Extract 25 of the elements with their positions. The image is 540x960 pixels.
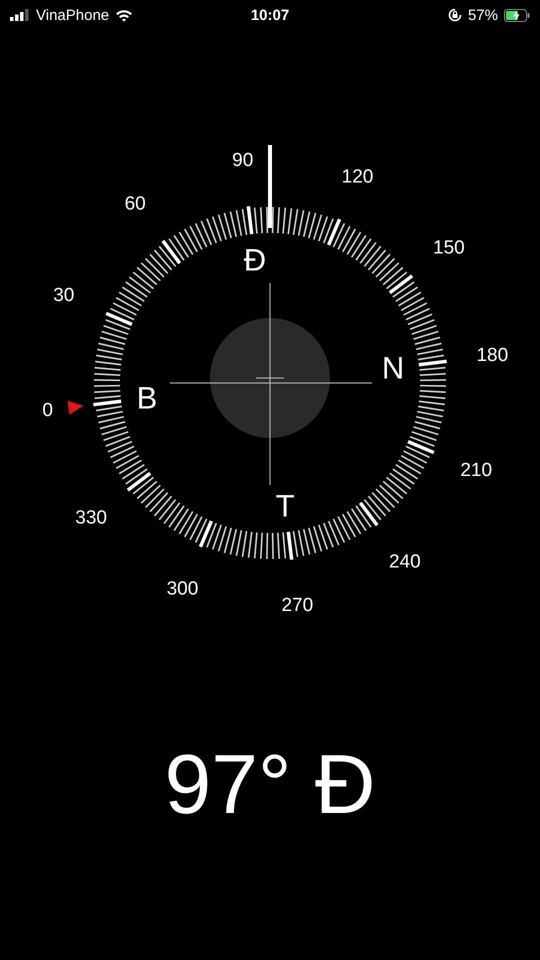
degree-label: 330 — [75, 507, 107, 528]
clock-time: 10:07 — [250, 6, 290, 24]
carrier-name: VinaPhone — [36, 6, 110, 24]
degree-label: 30 — [53, 284, 74, 306]
degree-label: 60 — [124, 194, 146, 215]
degree-label: 240 — [388, 551, 421, 572]
rotation-lock-icon — [448, 8, 462, 22]
wifi-icon — [115, 8, 134, 22]
signal-icon — [10, 9, 30, 21]
degree-label: 180 — [476, 345, 508, 366]
battery-charging-icon — [504, 8, 530, 22]
battery-percent: 57% — [468, 6, 498, 24]
degree-label: 120 — [342, 166, 374, 188]
cardinal-letter: B — [136, 380, 158, 416]
cardinal-letter: T — [276, 488, 295, 524]
degree-label: 270 — [281, 594, 314, 616]
cardinal-letter: Đ — [244, 242, 266, 278]
degree-label: 210 — [460, 460, 492, 482]
heading-reading: 97° Đ — [164, 736, 376, 833]
north-marker-icon — [68, 400, 84, 415]
degree-label: 0 — [42, 400, 53, 421]
degree-label: 90 — [232, 150, 254, 172]
cardinal-letter: N — [382, 350, 404, 386]
degree-label: 300 — [166, 578, 198, 600]
degree-label: 150 — [433, 238, 465, 259]
